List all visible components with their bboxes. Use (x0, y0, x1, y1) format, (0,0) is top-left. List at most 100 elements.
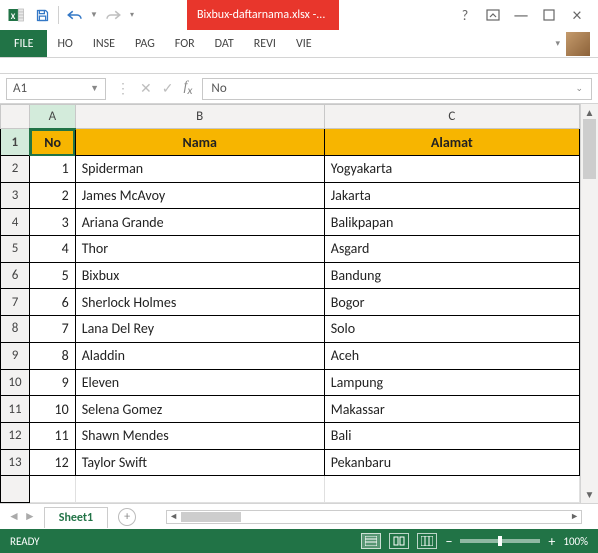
cell-alamat[interactable]: Yogyakarta (324, 156, 579, 183)
cell-nama[interactable]: Aladdin (75, 342, 324, 369)
scroll-up-icon[interactable]: ▲ (585, 106, 595, 119)
restore-icon[interactable] (536, 3, 562, 27)
fx-icon[interactable]: fx (183, 79, 192, 98)
row-header[interactable]: 10 (1, 369, 30, 396)
cell-nama[interactable]: Bixbux (75, 262, 324, 289)
cell-c1[interactable]: Alamat (324, 129, 579, 156)
cell-alamat[interactable]: Lampung (324, 369, 579, 396)
cell-empty[interactable] (75, 476, 324, 503)
row-header[interactable]: 12 (1, 422, 30, 449)
hscroll-left-icon[interactable]: ◄ (169, 511, 178, 522)
cell-nama[interactable]: Ariana Grande (75, 209, 324, 236)
cell-alamat[interactable]: Bandung (324, 262, 579, 289)
cell-no[interactable]: 6 (30, 289, 76, 316)
sheet-prev-icon[interactable]: ◄ (8, 509, 20, 524)
zoom-out-icon[interactable]: − (445, 533, 452, 550)
col-header-b[interactable]: B (75, 105, 324, 129)
cell-no[interactable]: 4 (30, 236, 76, 263)
row-header[interactable]: 4 (1, 209, 30, 236)
view-page-layout-icon[interactable] (389, 533, 409, 549)
cell-alamat[interactable]: Makassar (324, 396, 579, 423)
horizontal-scrollbar[interactable]: ◄ ► (166, 510, 582, 524)
cell-alamat[interactable]: Pekanbaru (324, 449, 579, 476)
cell-nama[interactable]: Eleven (75, 369, 324, 396)
zoom-slider[interactable] (460, 539, 540, 543)
ribbon-display-options-icon[interactable] (480, 3, 506, 27)
user-avatar[interactable] (566, 32, 590, 56)
tab-review[interactable]: REVI (244, 30, 286, 57)
cell-no[interactable]: 7 (30, 316, 76, 343)
excel-logo-icon[interactable]: X (4, 3, 28, 27)
cell-nama[interactable]: Taylor Swift (75, 449, 324, 476)
tab-insert[interactable]: INSE (83, 30, 125, 57)
select-all-corner[interactable] (1, 105, 30, 129)
worksheet-grid[interactable]: A B C 1 No Nama Alamat 21SpidermanYogyak… (0, 104, 598, 503)
cell-no[interactable]: 9 (30, 369, 76, 396)
cell-empty[interactable] (324, 476, 579, 503)
cell-alamat[interactable]: Balikpapan (324, 209, 579, 236)
vertical-scrollbar[interactable]: ▲ ▼ (580, 104, 598, 503)
vscroll-thumb[interactable] (583, 119, 596, 179)
new-sheet-icon[interactable]: + (118, 508, 136, 526)
cell-nama[interactable]: Spiderman (75, 156, 324, 183)
cell-no[interactable]: 8 (30, 342, 76, 369)
row-header[interactable]: . (1, 476, 30, 503)
cell-nama[interactable]: Selena Gomez (75, 396, 324, 423)
cancel-formula-icon[interactable]: ✕ (140, 80, 152, 97)
scroll-down-icon[interactable]: ▼ (585, 488, 595, 501)
cell-a1[interactable]: No (30, 129, 76, 156)
cell-alamat[interactable]: Bali (324, 422, 579, 449)
cell-alamat[interactable]: Aceh (324, 342, 579, 369)
zoom-slider-thumb[interactable] (498, 536, 502, 546)
sheet-nav[interactable]: ◄ ► (0, 509, 44, 524)
cell-alamat[interactable]: Solo (324, 316, 579, 343)
tab-view[interactable]: VIE (286, 30, 322, 57)
name-box-dropdown-icon[interactable]: ▼ (90, 83, 99, 94)
cell-no[interactable]: 1 (30, 156, 76, 183)
row-header[interactable]: 11 (1, 396, 30, 423)
vscroll-track[interactable] (581, 119, 598, 488)
sheet-next-icon[interactable]: ► (24, 509, 36, 524)
zoom-in-icon[interactable]: + (548, 533, 555, 550)
tab-data[interactable]: DAT (205, 30, 244, 57)
row-header[interactable]: 3 (1, 182, 30, 209)
tab-page[interactable]: PAG (125, 30, 165, 57)
cell-alamat[interactable]: Bogor (324, 289, 579, 316)
cell-nama[interactable]: Thor (75, 236, 324, 263)
file-tab[interactable]: FILE (0, 30, 47, 57)
hscroll-right-icon[interactable]: ► (570, 511, 579, 522)
formula-input[interactable]: No ⌄ (202, 78, 592, 100)
cells-table[interactable]: A B C 1 No Nama Alamat 21SpidermanYogyak… (0, 104, 580, 503)
undo-icon[interactable] (63, 3, 87, 27)
view-page-break-icon[interactable] (417, 533, 437, 549)
close-icon[interactable]: × (564, 3, 590, 27)
sheet-tab-active[interactable]: Sheet1 (44, 507, 108, 528)
row-header-1[interactable]: 1 (1, 129, 30, 156)
cell-alamat[interactable]: Asgard (324, 236, 579, 263)
formula-expand-icon[interactable]: ⌄ (575, 83, 583, 94)
row-header[interactable]: 13 (1, 449, 30, 476)
row-header[interactable]: 6 (1, 262, 30, 289)
cell-b1[interactable]: Nama (75, 129, 324, 156)
formula-more-icon[interactable]: ⋮ (116, 80, 130, 97)
cell-nama[interactable]: Shawn Mendes (75, 422, 324, 449)
zoom-value[interactable]: 100% (563, 535, 588, 548)
name-box[interactable]: A1 ▼ (6, 78, 106, 100)
cell-nama[interactable]: Sherlock Holmes (75, 289, 324, 316)
cell-empty[interactable] (30, 476, 76, 503)
cell-no[interactable]: 3 (30, 209, 76, 236)
hscroll-thumb[interactable] (181, 512, 241, 522)
row-header[interactable]: 5 (1, 236, 30, 263)
save-icon[interactable] (30, 3, 54, 27)
col-header-c[interactable]: C (324, 105, 579, 129)
col-header-a[interactable]: A (30, 105, 76, 129)
redo-icon[interactable] (101, 3, 125, 27)
minimize-icon[interactable]: — (508, 3, 534, 27)
tab-formulas[interactable]: FOR (165, 30, 205, 57)
undo-dropdown-icon[interactable]: ▼ (89, 3, 99, 27)
row-header[interactable]: 7 (1, 289, 30, 316)
ribbon-collapse-icon[interactable]: ▾ (555, 38, 560, 49)
cell-no[interactable]: 2 (30, 182, 76, 209)
qat-customize-icon[interactable]: ▾ (127, 3, 137, 27)
tab-home[interactable]: HO (47, 30, 82, 57)
